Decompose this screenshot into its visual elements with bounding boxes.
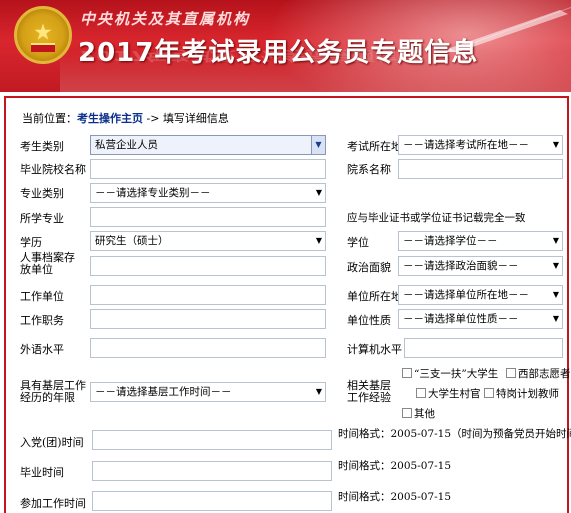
grassroots-option-village[interactable]: 大学生村官 [416, 386, 481, 401]
header-banner: ★ 中央机关及其直属机构 2017年考试录用公务员专题信息 2017年考试录用公… [0, 0, 571, 92]
grassroots-option-sanzhi[interactable]: “三支一扶”大学生 [402, 366, 498, 381]
breadcrumb: 当前位置：考生操作主页 -> 填写详细信息 [22, 110, 229, 126]
work-unit-input[interactable] [90, 285, 326, 305]
unit-location-label: 单位所在地 [347, 290, 402, 303]
department-input[interactable] [398, 159, 563, 179]
work-unit-label: 工作单位 [20, 290, 64, 303]
department-label: 院系名称 [347, 163, 391, 176]
political-select[interactable]: －－请选择政治面貌－－ ▼ [398, 256, 563, 276]
checkbox-icon[interactable] [402, 408, 412, 418]
chevron-down-icon: ▼ [552, 236, 559, 245]
exam-location-select[interactable]: －－请选择考试所在地－－ ▼ [398, 135, 563, 155]
chevron-down-icon: ▼ [552, 314, 559, 323]
unit-nature-select[interactable]: －－请选择单位性质－－ ▼ [398, 309, 563, 329]
breadcrumb-home-link[interactable]: 考生操作主页 [77, 112, 143, 125]
political-value: －－请选择政治面貌－－ [403, 260, 519, 272]
major-input[interactable] [90, 207, 326, 227]
unit-location-select[interactable]: －－请选择单位所在地－－ ▼ [398, 285, 563, 305]
grassroots-option-teacher[interactable]: 特岗计划教师 [484, 386, 559, 401]
grassroots-option-other[interactable]: 其他 [402, 406, 435, 421]
exam-location-label: 考试所在地 [347, 140, 402, 153]
degree-value: －－请选择学位－－ [403, 235, 498, 247]
major-note: 应与毕业证书或学位证书记载完全一致 [347, 212, 526, 224]
party-time-input[interactable] [92, 430, 332, 450]
work-start-label: 参加工作时间 [20, 497, 86, 510]
degree-select[interactable]: －－请选择学位－－ ▼ [398, 231, 563, 251]
grassroots-exp-label: 相关基层工作经验 [347, 379, 391, 404]
grad-time-note: 时间格式：2005-07-15 [338, 460, 452, 472]
grassroots-years-label: 具有基层工作经历的年限 [20, 379, 86, 404]
school-label: 毕业院校名称 [20, 163, 86, 176]
chevron-down-icon: ▼ [552, 290, 559, 299]
foreign-lang-input[interactable] [90, 338, 326, 358]
position-label: 工作职务 [20, 314, 64, 327]
checkbox-icon[interactable] [416, 388, 426, 398]
computer-label: 计算机水平 [347, 343, 402, 356]
chevron-down-icon: ▼ [311, 136, 325, 154]
form-frame: 当前位置：考生操作主页 -> 填写详细信息 考生类别 私营企业人员 ▼ 考试所在… [4, 96, 571, 513]
header-title-reflection: 2017年考试录用公务员专题信息 [80, 47, 422, 63]
chevron-down-icon: ▼ [552, 140, 559, 149]
position-input[interactable] [90, 309, 326, 329]
education-label: 学历 [20, 236, 42, 249]
breadcrumb-arrow: -> [146, 112, 160, 125]
education-select[interactable]: 研究生（硕士） ▼ [90, 231, 326, 251]
candidate-type-label: 考生类别 [20, 140, 64, 153]
checkbox-icon[interactable] [402, 368, 412, 378]
major-category-label: 专业类别 [20, 187, 64, 200]
computer-input[interactable] [404, 338, 563, 358]
grassroots-years-select[interactable]: －－请选择基层工作时间－－ ▼ [90, 382, 326, 402]
exam-location-value: －－请选择考试所在地－－ [403, 139, 529, 151]
party-time-note: 时间格式：2005-07-15（时间为预备党员开始时间） [338, 428, 571, 440]
grad-time-input[interactable] [92, 461, 332, 481]
chevron-down-icon: ▼ [552, 261, 559, 270]
candidate-type-value: 私营企业人员 [95, 139, 158, 151]
major-label: 所学专业 [20, 212, 64, 225]
grassroots-years-value: －－请选择基层工作时间－－ [95, 386, 232, 398]
degree-label: 学位 [347, 236, 369, 249]
major-category-value: －－请选择专业类别－－ [95, 187, 211, 199]
grassroots-option-western[interactable]: 西部志愿者 [506, 366, 571, 381]
school-input[interactable] [90, 159, 326, 179]
chevron-down-icon: ▼ [315, 387, 322, 396]
work-start-note: 时间格式：2005-07-15 [338, 491, 452, 503]
party-time-label: 入党(团)时间 [20, 436, 84, 449]
header-org: 中央机关及其直属机构 [80, 10, 251, 28]
unit-nature-value: －－请选择单位性质－－ [403, 313, 519, 325]
checkbox-icon[interactable] [484, 388, 494, 398]
archive-unit-input[interactable] [90, 256, 326, 276]
work-start-input[interactable] [92, 491, 332, 511]
archive-unit-label: 人事档案存放单位 [20, 251, 75, 276]
chevron-down-icon: ▼ [315, 188, 322, 197]
national-emblem-icon: ★ [14, 6, 72, 64]
foreign-lang-label: 外语水平 [20, 343, 64, 356]
pen-icon [446, 6, 571, 52]
unit-nature-label: 单位性质 [347, 314, 391, 327]
major-category-select[interactable]: －－请选择专业类别－－ ▼ [90, 183, 326, 203]
checkbox-icon[interactable] [506, 368, 516, 378]
chevron-down-icon: ▼ [315, 236, 322, 245]
education-value: 研究生（硕士） [95, 235, 169, 247]
candidate-type-select[interactable]: 私营企业人员 ▼ [90, 135, 326, 155]
grad-time-label: 毕业时间 [20, 466, 64, 479]
breadcrumb-prefix: 当前位置： [22, 112, 77, 125]
political-label: 政治面貌 [347, 261, 391, 274]
breadcrumb-current: 填写详细信息 [162, 112, 229, 125]
unit-location-value: －－请选择单位所在地－－ [403, 289, 529, 301]
